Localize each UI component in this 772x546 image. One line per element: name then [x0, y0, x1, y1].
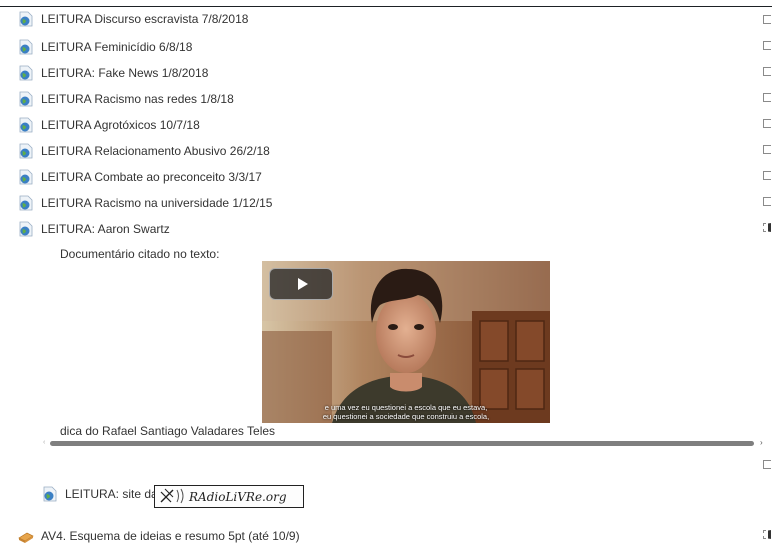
- completion-checkbox[interactable]: [763, 15, 771, 24]
- activity-link-relacionamento-abusivo[interactable]: LEITURA Relacionamento Abusivo 26/2/18: [18, 141, 270, 161]
- credit-text: dica do Rafael Santiago Valadares Teles: [60, 424, 276, 438]
- activity-link-discurso-escravista[interactable]: LEITURA Discurso escravista 7/8/2018: [18, 9, 248, 29]
- url-globe-icon: [19, 39, 33, 55]
- activity-link-agrotoxicos[interactable]: LEITURA Agrotóxicos 10/7/18: [18, 115, 200, 135]
- activity-label: LEITURA: Fake News 1/8/2018: [41, 66, 209, 80]
- scroll-right-icon[interactable]: ›: [760, 438, 763, 447]
- completion-checkbox[interactable]: [763, 223, 771, 232]
- header-divider: [0, 6, 772, 7]
- url-globe-icon: [19, 195, 33, 211]
- completion-checkbox[interactable]: [763, 41, 771, 50]
- completion-checkbox[interactable]: [763, 67, 771, 76]
- url-globe-icon: [43, 486, 57, 502]
- url-globe-icon: [19, 117, 33, 133]
- activity-label: LEITURA: site da: [65, 487, 158, 501]
- scroll-left-icon[interactable]: ‹: [43, 439, 45, 446]
- url-globe-icon: [19, 11, 33, 27]
- activity-label: LEITURA Discurso escravista 7/8/2018: [41, 12, 249, 26]
- url-globe-icon: [19, 169, 33, 185]
- completion-checkbox[interactable]: [763, 171, 771, 180]
- page-icon: [19, 221, 33, 237]
- radiolivre-logo-text: RAdioLiVRe.org: [188, 490, 287, 504]
- url-globe-icon: [19, 65, 33, 81]
- url-globe-icon: [19, 91, 33, 107]
- activity-label: LEITURA Combate ao preconceito 3/3/17: [41, 170, 262, 184]
- activity-label: AV4. Esquema de ideias e resumo 5pt (até…: [41, 529, 300, 543]
- completion-checkbox[interactable]: [763, 197, 771, 206]
- play-icon: [297, 278, 308, 290]
- url-globe-icon: [19, 143, 33, 159]
- activity-link-site-radiolivre[interactable]: LEITURA: site da: [42, 484, 158, 504]
- activity-label: LEITURA Racismo nas redes 1/8/18: [41, 92, 234, 106]
- completion-checkbox[interactable]: [763, 119, 771, 128]
- radiolivre-logo-image: RAdioLiVRe.org: [160, 488, 287, 504]
- activity-label: LEITURA Feminicídio 6/8/18: [41, 40, 193, 54]
- video-caption-line-2: eu questionei a sociedade que construiu …: [322, 412, 490, 421]
- assignment-link-av4[interactable]: AV4. Esquema de ideias e resumo 5pt (até…: [18, 526, 300, 546]
- completion-checkbox[interactable]: [763, 530, 771, 539]
- activity-link-aaron-swartz[interactable]: LEITURA: Aaron Swartz: [18, 219, 170, 239]
- embedded-video[interactable]: e uma vez eu questionei a escola que eu …: [262, 261, 550, 423]
- description-text: Documentário citado no texto:: [60, 247, 220, 261]
- completion-checkbox[interactable]: [763, 93, 771, 102]
- video-caption-line-1: e uma vez eu questionei a escola que eu …: [324, 403, 488, 412]
- activity-link-racismo-redes[interactable]: LEITURA Racismo nas redes 1/8/18: [18, 89, 234, 109]
- activity-link-feminicidio[interactable]: LEITURA Feminicídio 6/8/18: [18, 37, 192, 57]
- scrollbar-thumb[interactable]: [50, 441, 754, 446]
- activity-label: LEITURA Racismo na universidade 1/12/15: [41, 196, 273, 210]
- completion-checkbox[interactable]: [763, 145, 771, 154]
- radiolivre-logo[interactable]: RAdioLiVRe.org: [154, 485, 304, 508]
- horizontal-scrollbar[interactable]: ‹ ›: [42, 438, 772, 448]
- play-button[interactable]: [269, 268, 333, 300]
- activity-label: LEITURA Relacionamento Abusivo 26/2/18: [41, 144, 270, 158]
- completion-checkbox[interactable]: [763, 460, 771, 469]
- activity-label: LEITURA: Aaron Swartz: [41, 222, 170, 236]
- activity-link-racismo-universidade[interactable]: LEITURA Racismo na universidade 1/12/15: [18, 193, 272, 213]
- activity-link-fake-news[interactable]: LEITURA: Fake News 1/8/2018: [18, 63, 208, 83]
- activity-label: LEITURA Agrotóxicos 10/7/18: [41, 118, 200, 132]
- activity-link-combate-preconceito[interactable]: LEITURA Combate ao preconceito 3/3/17: [18, 167, 262, 187]
